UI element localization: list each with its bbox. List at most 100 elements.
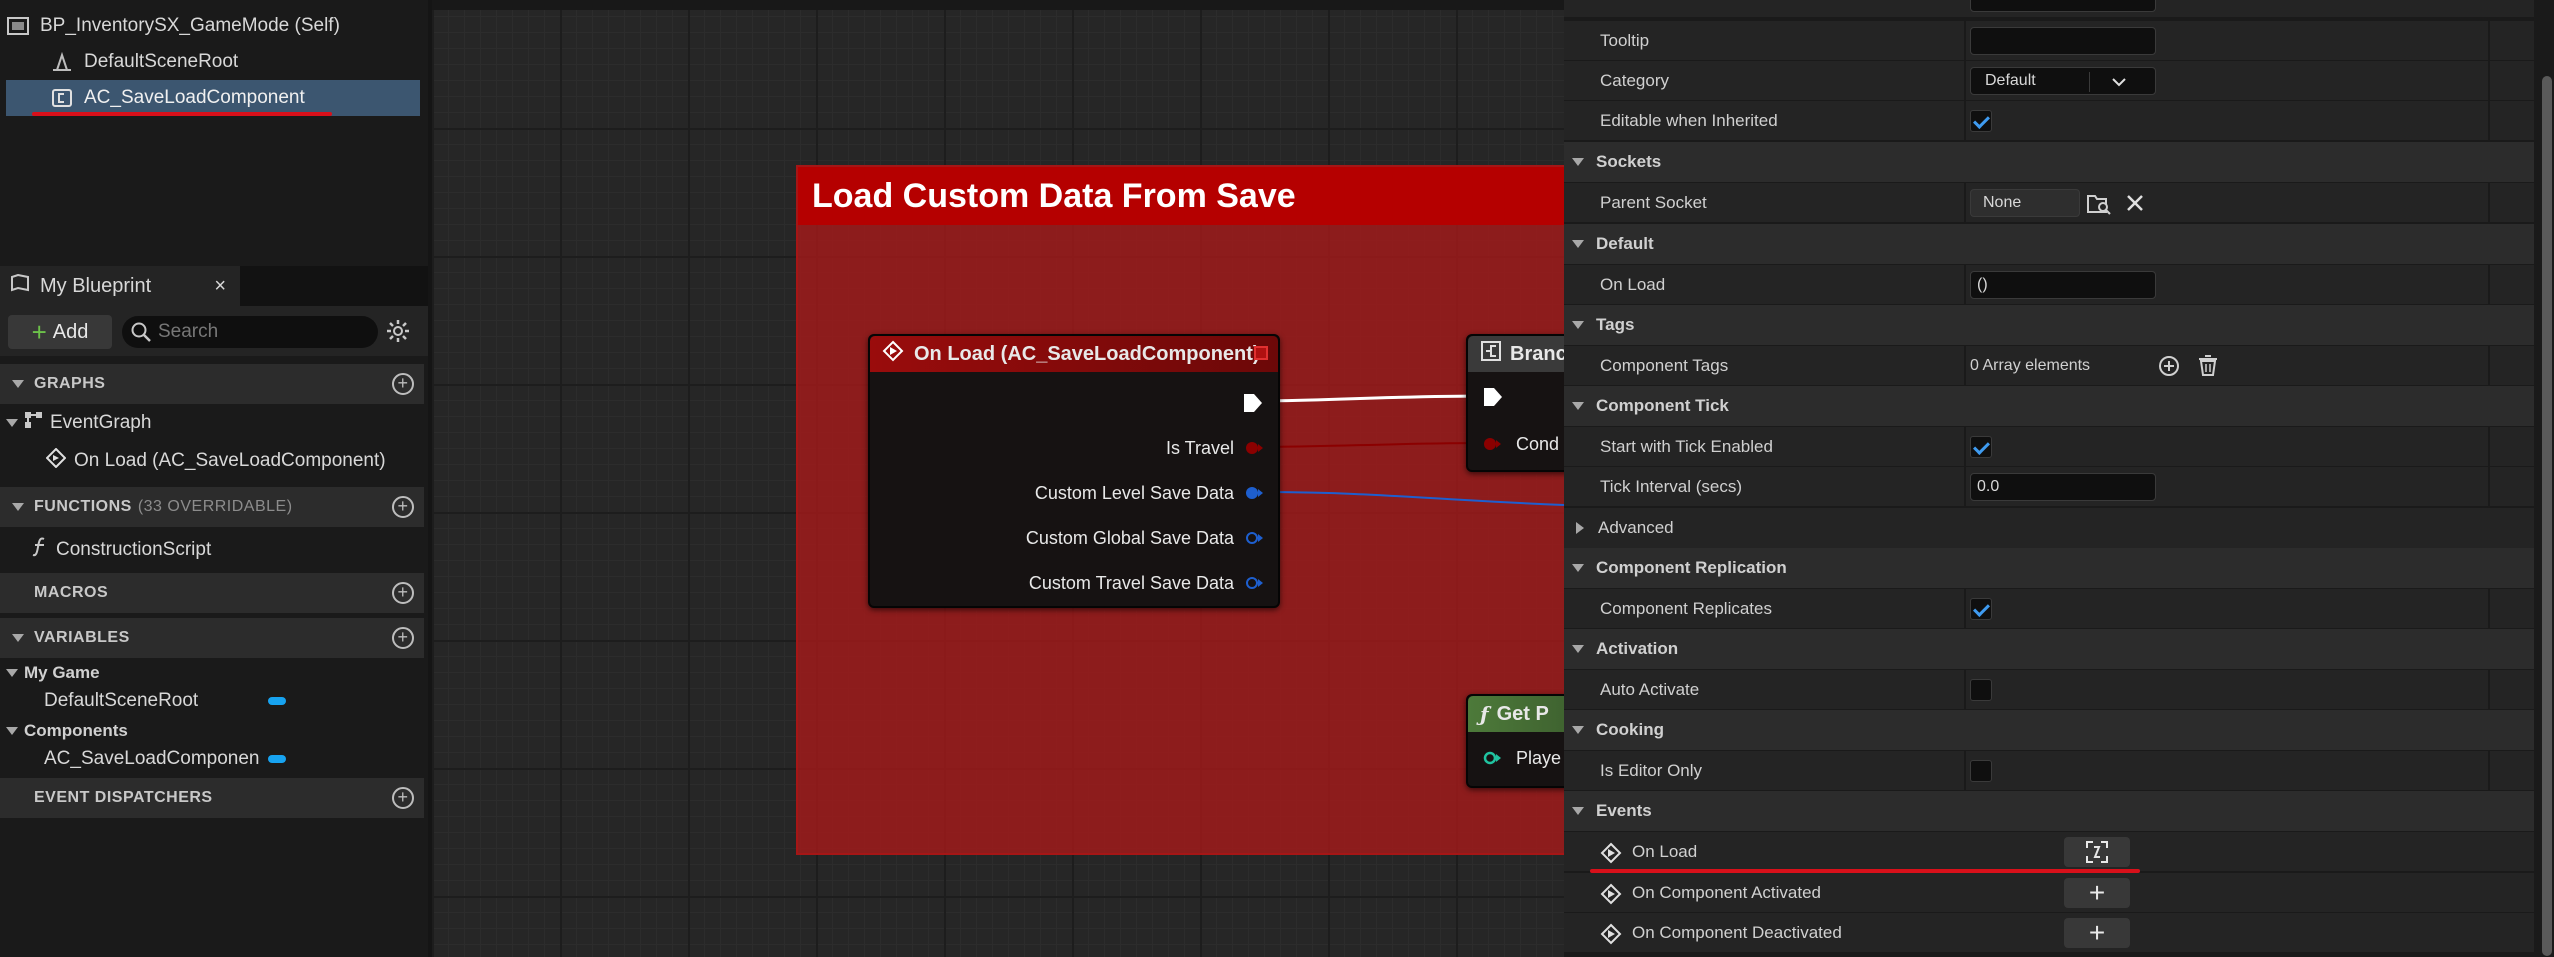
struct-pin-icon[interactable] bbox=[1244, 530, 1266, 546]
struct-wire bbox=[1251, 491, 1564, 506]
variable-item-default-scene-root[interactable]: DefaultSceneRoot bbox=[44, 685, 198, 717]
is-editor-only-checkbox[interactable] bbox=[1970, 760, 1992, 782]
category-cooking[interactable]: Cooking bbox=[1564, 710, 2534, 750]
search-icon bbox=[130, 321, 152, 349]
event-icon bbox=[1600, 923, 1622, 951]
list-item-construction-script[interactable]: ConstructionScript bbox=[30, 534, 211, 566]
add-event-button[interactable]: + bbox=[2064, 917, 2130, 948]
collapse-arrow-icon bbox=[1572, 645, 1584, 653]
event-node-title: On Load (AC_SaveLoadComponent) bbox=[914, 342, 1260, 365]
column-divider bbox=[2488, 589, 2490, 629]
clear-icon[interactable] bbox=[2126, 194, 2144, 218]
collapse-arrow-icon bbox=[6, 419, 18, 427]
add-graph-icon[interactable]: + bbox=[392, 373, 414, 395]
branch-node[interactable]: Branc Cond bbox=[1466, 334, 1564, 472]
section-functions[interactable]: FUNCTIONS (33 OVERRIDABLE) + bbox=[0, 487, 424, 527]
variable-type-pill bbox=[268, 755, 286, 763]
variable-category-my-game[interactable]: My Game bbox=[0, 660, 100, 686]
plus-icon: + bbox=[2088, 917, 2106, 948]
row-label: Parent Socket bbox=[1600, 193, 1707, 212]
add-function-icon[interactable]: + bbox=[392, 496, 414, 518]
column-divider bbox=[1964, 101, 1966, 141]
actor-component-icon bbox=[50, 87, 74, 109]
on-load-field[interactable]: () bbox=[1970, 271, 2156, 299]
category-dropdown[interactable]: Default bbox=[1970, 67, 2156, 95]
branch-node-header[interactable]: Branc bbox=[1468, 336, 1564, 372]
browse-socket-icon[interactable] bbox=[2086, 192, 2112, 222]
bool-pin-icon[interactable] bbox=[1244, 440, 1266, 456]
section-variables[interactable]: VARIABLES + bbox=[0, 618, 424, 658]
category-label: Advanced bbox=[1598, 518, 1674, 537]
parent-socket-field[interactable]: None bbox=[1970, 189, 2080, 217]
int-pin-icon[interactable] bbox=[1482, 750, 1504, 766]
category-advanced[interactable]: Advanced bbox=[1564, 508, 2534, 548]
tick-interval-input[interactable]: 0.0 bbox=[1970, 473, 2156, 501]
get-player-node-header[interactable]: ƒ Get P bbox=[1468, 696, 1564, 732]
category-activation[interactable]: Activation bbox=[1564, 629, 2534, 669]
variable-category-components[interactable]: Components bbox=[0, 718, 128, 744]
add-button[interactable]: + Add bbox=[8, 315, 112, 349]
category-default[interactable]: Default bbox=[1564, 224, 2534, 264]
struct-pin-icon[interactable] bbox=[1244, 485, 1266, 501]
collapse-arrow-icon bbox=[12, 794, 24, 802]
get-player-node[interactable]: ƒ Get P Playe bbox=[1466, 694, 1564, 788]
component-replicates-checkbox[interactable] bbox=[1970, 598, 1992, 620]
row-label: Auto Activate bbox=[1600, 680, 1700, 699]
add-event-dispatcher-icon[interactable]: + bbox=[392, 787, 414, 809]
add-macro-icon[interactable]: + bbox=[392, 582, 414, 604]
bool-pin-icon[interactable] bbox=[1482, 436, 1504, 452]
exec-out-pin[interactable] bbox=[1242, 392, 1264, 414]
tab-my-blueprint[interactable]: My Blueprint × bbox=[0, 266, 240, 306]
category-events[interactable]: Events bbox=[1564, 791, 2534, 831]
tooltip-input[interactable] bbox=[1970, 27, 2156, 55]
category-component-replication[interactable]: Component Replication bbox=[1564, 548, 2534, 588]
event-graph-canvas[interactable]: Load Custom Data From Save On Load (AC_S… bbox=[432, 0, 1564, 957]
event-node-on-load[interactable]: On Load (AC_SaveLoadComponent) Is Travel… bbox=[868, 334, 1280, 608]
details-scrollbar[interactable] bbox=[2542, 76, 2552, 956]
pin-label-custom-travel-save-data: Custom Travel Save Data bbox=[1028, 573, 1234, 593]
add-element-icon[interactable] bbox=[2158, 355, 2180, 383]
components-tree: BP_InventorySX_GameMode (Self) DefaultSc… bbox=[0, 0, 428, 260]
pin-label-is-travel: Is Travel bbox=[1165, 438, 1234, 458]
exec-in-pin[interactable] bbox=[1482, 386, 1504, 408]
category-label: Component Replication bbox=[1596, 558, 1787, 577]
list-item-on-load-event[interactable]: On Load (AC_SaveLoadComponent) bbox=[45, 445, 386, 477]
variable-item-ac-saveloadcomponent[interactable]: AC_SaveLoadComponen bbox=[44, 743, 260, 775]
add-event-button[interactable]: + bbox=[2064, 877, 2130, 908]
list-item-event-graph[interactable]: EventGraph bbox=[6, 407, 151, 439]
delegate-pin-icon[interactable] bbox=[1254, 346, 1268, 360]
auto-activate-checkbox[interactable] bbox=[1970, 679, 1992, 701]
start-tick-checkbox[interactable] bbox=[1970, 436, 1992, 458]
blueprint-icon bbox=[6, 15, 30, 37]
close-icon[interactable]: × bbox=[214, 275, 226, 298]
tree-root-item[interactable]: BP_InventorySX_GameMode (Self) bbox=[6, 8, 420, 44]
tab-my-blueprint-label: My Blueprint bbox=[40, 274, 152, 297]
category-sockets[interactable]: Sockets bbox=[1564, 142, 2534, 182]
collapse-arrow-icon bbox=[12, 634, 24, 642]
partial-field[interactable] bbox=[1970, 0, 2156, 12]
go-to-event-button[interactable] bbox=[2064, 837, 2130, 867]
tree-item-default-scene-root[interactable]: DefaultSceneRoot bbox=[50, 44, 420, 80]
tree-item-ac-saveloadcomponent[interactable]: AC_SaveLoadComponent bbox=[6, 80, 420, 116]
tree-root-label: BP_InventorySX_GameMode (Self) bbox=[40, 15, 340, 36]
column-divider bbox=[2488, 670, 2490, 710]
section-macros[interactable]: MACROS + bbox=[0, 573, 424, 613]
category-tags[interactable]: Tags bbox=[1564, 305, 2534, 345]
row-parent-socket: Parent Socket None bbox=[1564, 183, 2534, 223]
trash-icon[interactable] bbox=[2198, 355, 2218, 383]
row-label: Editable when Inherited bbox=[1600, 111, 1778, 130]
category-component-tick[interactable]: Component Tick bbox=[1564, 386, 2534, 426]
event-row-on-component-deactivated: On Component Deactivated + bbox=[1564, 913, 2534, 953]
section-graphs-label: GRAPHS bbox=[34, 375, 106, 392]
section-event-dispatchers[interactable]: EVENT DISPATCHERS + bbox=[0, 778, 424, 818]
gear-icon[interactable] bbox=[386, 319, 410, 349]
collapse-arrow-icon bbox=[1572, 321, 1584, 329]
tree-item-label: DefaultSceneRoot bbox=[84, 51, 239, 72]
category-label: Component Tick bbox=[1596, 396, 1729, 415]
struct-pin-icon[interactable] bbox=[1244, 575, 1266, 591]
add-variable-icon[interactable]: + bbox=[392, 627, 414, 649]
search-input[interactable]: Search bbox=[122, 316, 378, 348]
section-graphs[interactable]: GRAPHS + bbox=[0, 364, 424, 404]
event-node-header[interactable]: On Load (AC_SaveLoadComponent) bbox=[870, 336, 1278, 372]
editable-checkbox[interactable] bbox=[1970, 110, 1992, 132]
